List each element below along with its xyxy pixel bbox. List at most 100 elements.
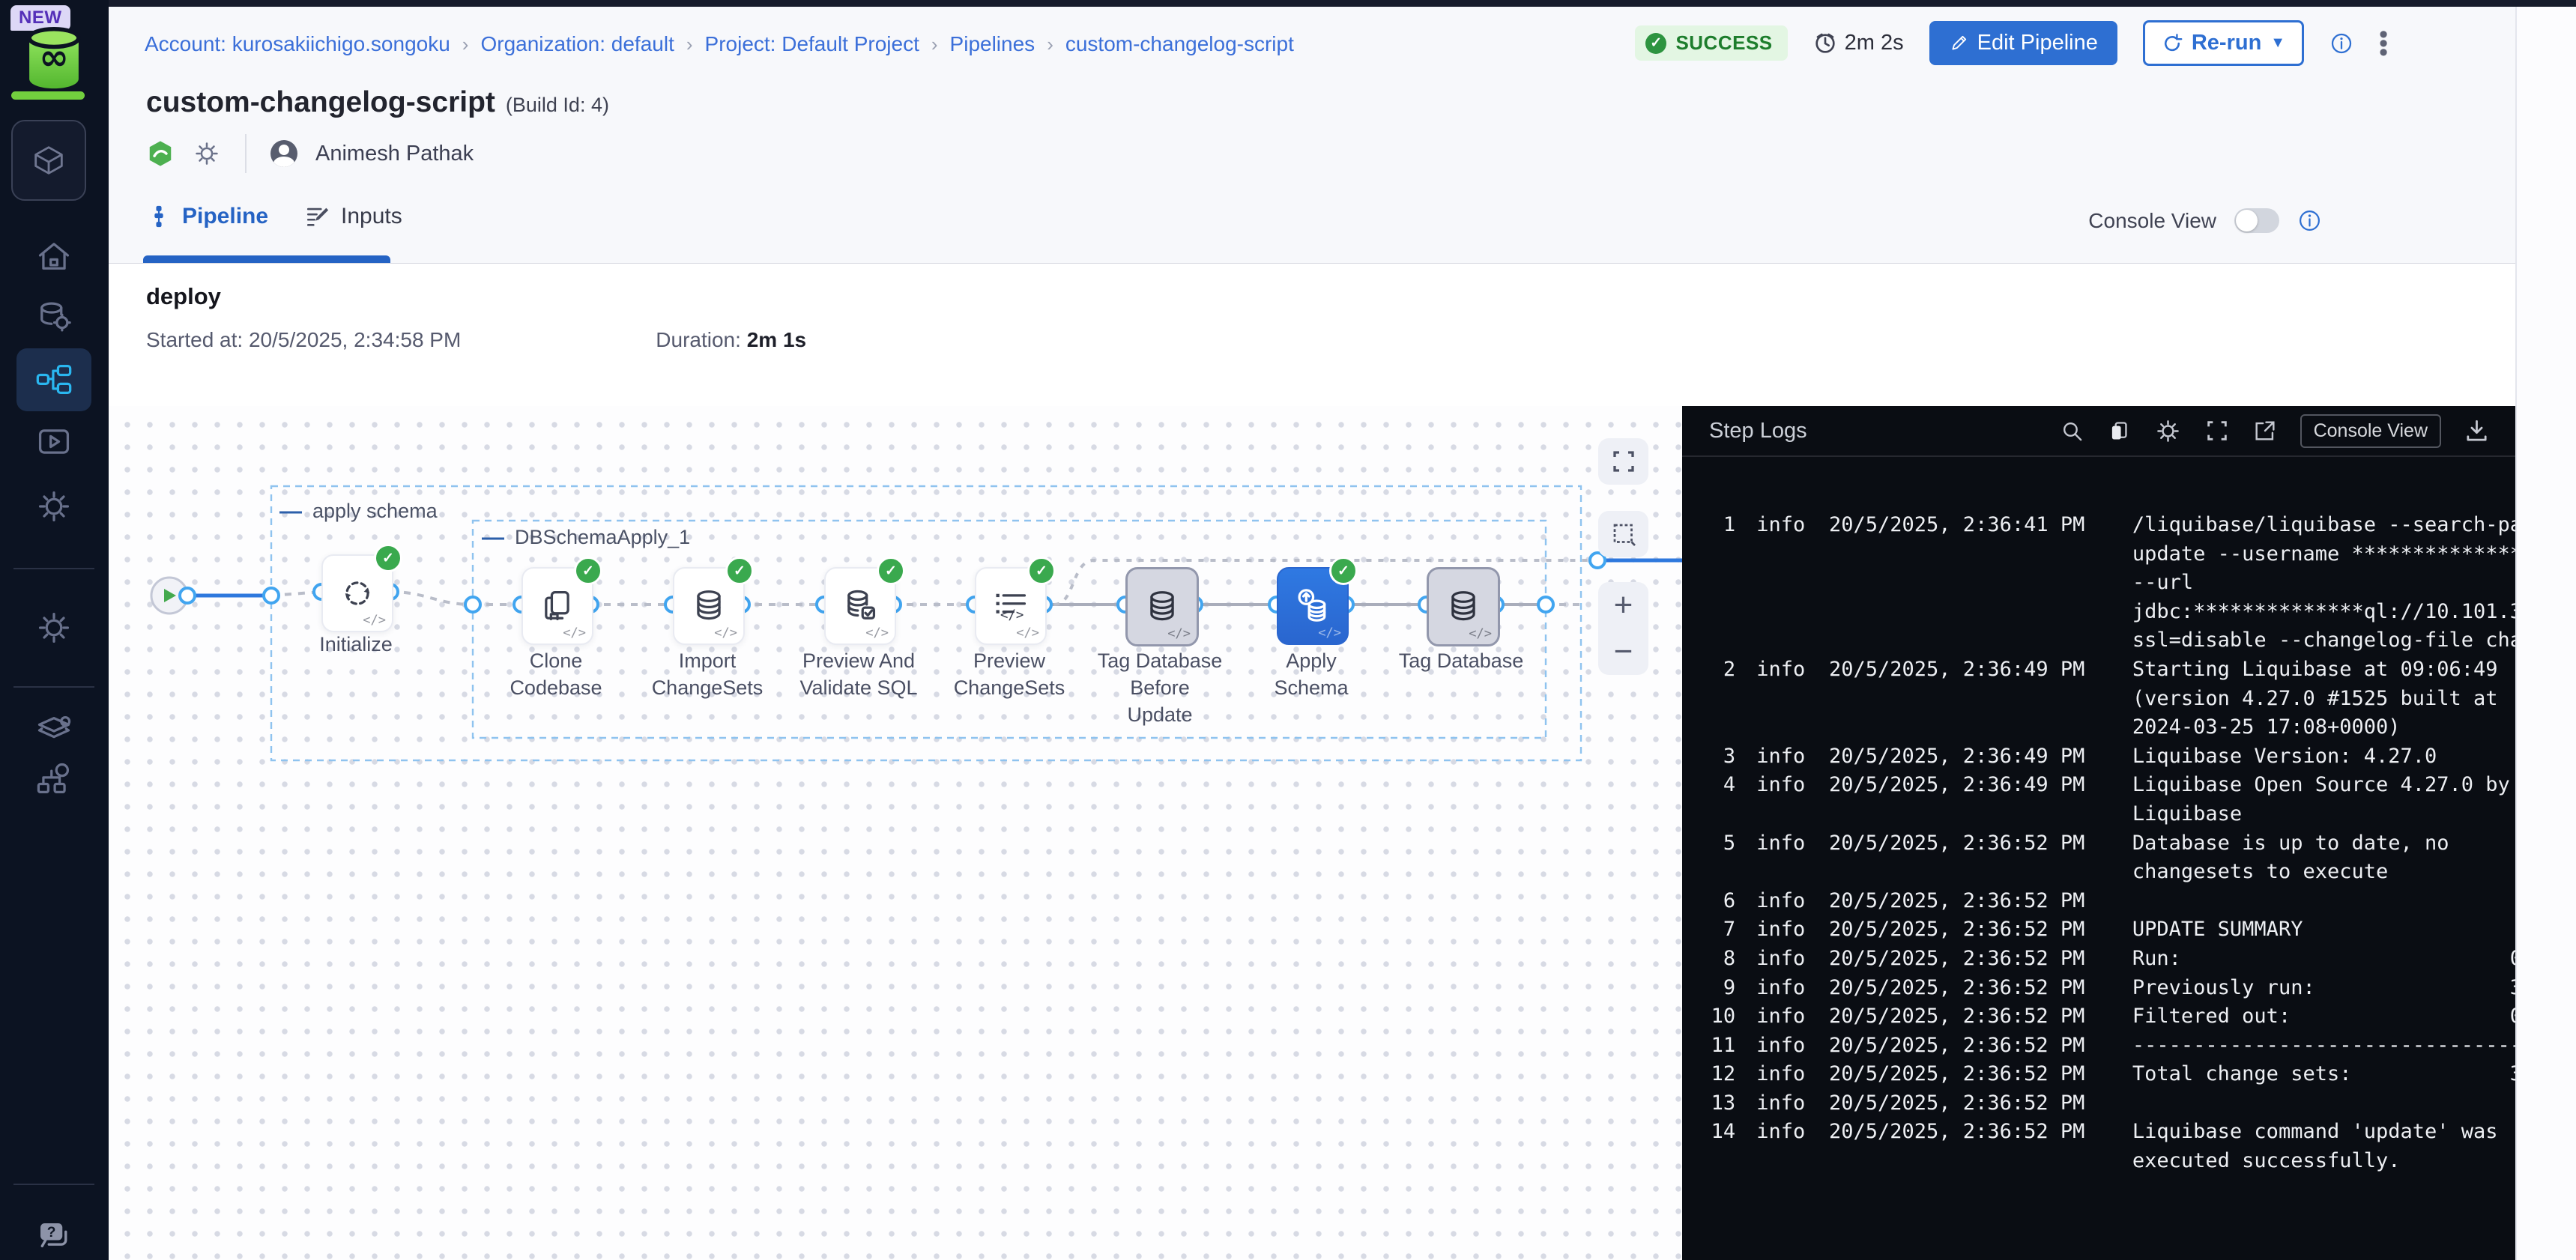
edit-pipeline-button[interactable]: Edit Pipeline [1929, 21, 2117, 65]
log-entry: 3info20/5/2025, 2:36:49 PMLiquibase Vers… [1682, 742, 2515, 772]
group-label-apply-schema[interactable]: — apply schema [279, 500, 438, 523]
log-message: -------------------------------- [2132, 1032, 2515, 1061]
log-level: info [1756, 1089, 1808, 1118]
group-label-dbschemaapply[interactable]: — DBSchemaApply_1 [482, 526, 690, 549]
group-apply-schema [271, 486, 1581, 760]
log-message: Liquibase Open Source 4.27.0 byLiquibase [2132, 771, 2515, 829]
help-button[interactable]: ? [22, 1212, 85, 1260]
cube-icon [29, 141, 68, 180]
log-message: Liquibase command 'update' wasexecuted s… [2132, 1118, 2515, 1175]
console-view-button[interactable]: Console View [2300, 414, 2441, 448]
open-in-new-icon[interactable] [2252, 418, 2278, 443]
copy-icon[interactable] [2107, 419, 2132, 443]
sidebar-divider [13, 686, 94, 688]
log-level: info [1756, 945, 1808, 974]
log-level: info [1756, 1118, 1808, 1175]
zoom-out-button[interactable]: − [1614, 640, 1633, 663]
log-timestamp: 20/5/2025, 2:36:49 PM [1829, 742, 2094, 772]
log-timestamp: 20/5/2025, 2:36:49 PM [1829, 655, 2094, 742]
node-label: Apply Schema [1248, 647, 1375, 701]
code-icon: </> [865, 626, 889, 640]
canvas-fullscreen-button[interactable] [1598, 438, 1648, 485]
pipeline-node-tag-database-before-update[interactable]: </> [1125, 567, 1199, 646]
breadcrumb-separator: › [462, 33, 469, 56]
title-block: custom-changelog-script(Build Id: 4) Ani… [109, 86, 2515, 187]
console-view-toggle[interactable] [2234, 208, 2279, 233]
refresh-node-icon [338, 574, 377, 613]
pipeline-node-tag-database[interactable]: </> [1427, 567, 1500, 646]
sidebar-item-settings[interactable] [16, 596, 91, 659]
breadcrumb-item[interactable]: Project: Default Project [705, 32, 919, 56]
list-code-icon: </> [991, 587, 1030, 626]
db-up-icon [1293, 587, 1332, 626]
tab-bar: Pipeline Inputs Console View [109, 187, 2515, 264]
fullscreen-icon[interactable] [2204, 418, 2230, 443]
log-message: Run: 0 [2132, 945, 2515, 974]
code-icon: </> [714, 626, 737, 640]
sidebar-item-gear-top[interactable] [16, 475, 91, 538]
build-id: (Build Id: 4) [506, 94, 609, 116]
stage-name: deploy [146, 283, 221, 310]
log-line-number: 9 [1700, 974, 1735, 1003]
page-scrollbar-track[interactable] [2515, 7, 2576, 1260]
log-line-number: 4 [1700, 771, 1735, 829]
success-check-icon: ✓ [877, 557, 905, 585]
collapse-icon[interactable]: — [279, 508, 302, 515]
info-icon[interactable] [2329, 31, 2353, 55]
tab-pipeline[interactable]: Pipeline [146, 204, 268, 229]
breadcrumb-separator: › [686, 33, 693, 56]
step-logs-header: Step Logs [1682, 406, 2515, 457]
console-view-label: Console View [2088, 209, 2216, 233]
log-timestamp: 20/5/2025, 2:36:52 PM [1829, 1089, 2094, 1118]
sidebar-item-executions[interactable] [16, 411, 91, 473]
download-icon[interactable] [2464, 418, 2490, 444]
status-badge: ✓ SUCCESS [1635, 25, 1787, 61]
db-icon [1444, 587, 1483, 626]
active-tab-underline [143, 255, 390, 263]
log-line-number: 8 [1700, 945, 1735, 974]
log-timestamp: 20/5/2025, 2:36:52 PM [1829, 1032, 2094, 1061]
pipeline-canvas[interactable]: — apply schema — DBSchemaApply_1 </>✓Ini… [109, 406, 1682, 1260]
gear-icon[interactable] [2154, 417, 2182, 445]
triggered-by: Animesh Pathak [315, 142, 474, 166]
breadcrumb-item[interactable]: custom-changelog-script [1065, 32, 1294, 56]
log-message: /liquibase/liquibase --search-path dbupd… [2132, 511, 2515, 655]
breadcrumb-item[interactable]: Account: kurosakiichigo.songoku [145, 32, 450, 56]
page-header: Account: kurosakiichigo.songoku › Organiza… [109, 7, 2515, 86]
cd-module-icon [146, 139, 175, 168]
sidebar-item-home[interactable] [16, 225, 91, 288]
log-line-number: 5 [1700, 829, 1735, 887]
log-timestamp: 20/5/2025, 2:36:52 PM [1829, 887, 2094, 916]
sidebar-divider [13, 1184, 94, 1185]
code-icon: </> [563, 626, 586, 640]
sidebar-item-db-devops[interactable] [16, 285, 91, 348]
breadcrumb-item[interactable]: Pipelines [950, 32, 1035, 56]
code-icon: </> [1318, 626, 1341, 640]
collapse-icon[interactable]: — [482, 534, 504, 542]
sidebar-item-pipelines[interactable] [16, 348, 91, 411]
success-check-icon: ✓ [574, 557, 602, 585]
log-timestamp: 20/5/2025, 2:36:49 PM [1829, 771, 2094, 829]
help-chat-icon: ? [34, 1217, 74, 1257]
gear-icon[interactable] [193, 139, 221, 168]
canvas-select-button[interactable] [1598, 511, 1648, 557]
marquee-select-icon [1610, 521, 1637, 548]
log-entry: 9info20/5/2025, 2:36:52 PMPreviously run… [1682, 974, 2515, 1003]
rerun-button[interactable]: Re-run ▼ [2143, 20, 2304, 66]
info-icon[interactable] [2297, 208, 2322, 233]
tab-inputs[interactable]: Inputs [305, 204, 402, 229]
log-timestamp: 20/5/2025, 2:36:52 PM [1829, 974, 2094, 1003]
module-selector-button[interactable] [11, 120, 86, 201]
log-output[interactable]: 1info20/5/2025, 2:36:41 PM/liquibase/liq… [1682, 457, 2515, 1260]
app-window: NEW ∞ ? [0, 0, 2576, 1260]
search-icon[interactable] [2060, 419, 2084, 443]
breadcrumb-item[interactable]: Organization: default [480, 32, 674, 56]
log-timestamp: 20/5/2025, 2:36:52 PM [1829, 1060, 2094, 1089]
code-icon: </> [1469, 626, 1492, 641]
more-options-menu[interactable]: ••• [2379, 30, 2388, 57]
code-icon: </> [1016, 626, 1039, 640]
zoom-in-button[interactable]: + [1614, 594, 1633, 617]
log-level: info [1756, 511, 1808, 655]
sidebar-item-hierarchy[interactable] [16, 748, 91, 811]
step-logs-panel: Step Logs [1682, 406, 2515, 1260]
